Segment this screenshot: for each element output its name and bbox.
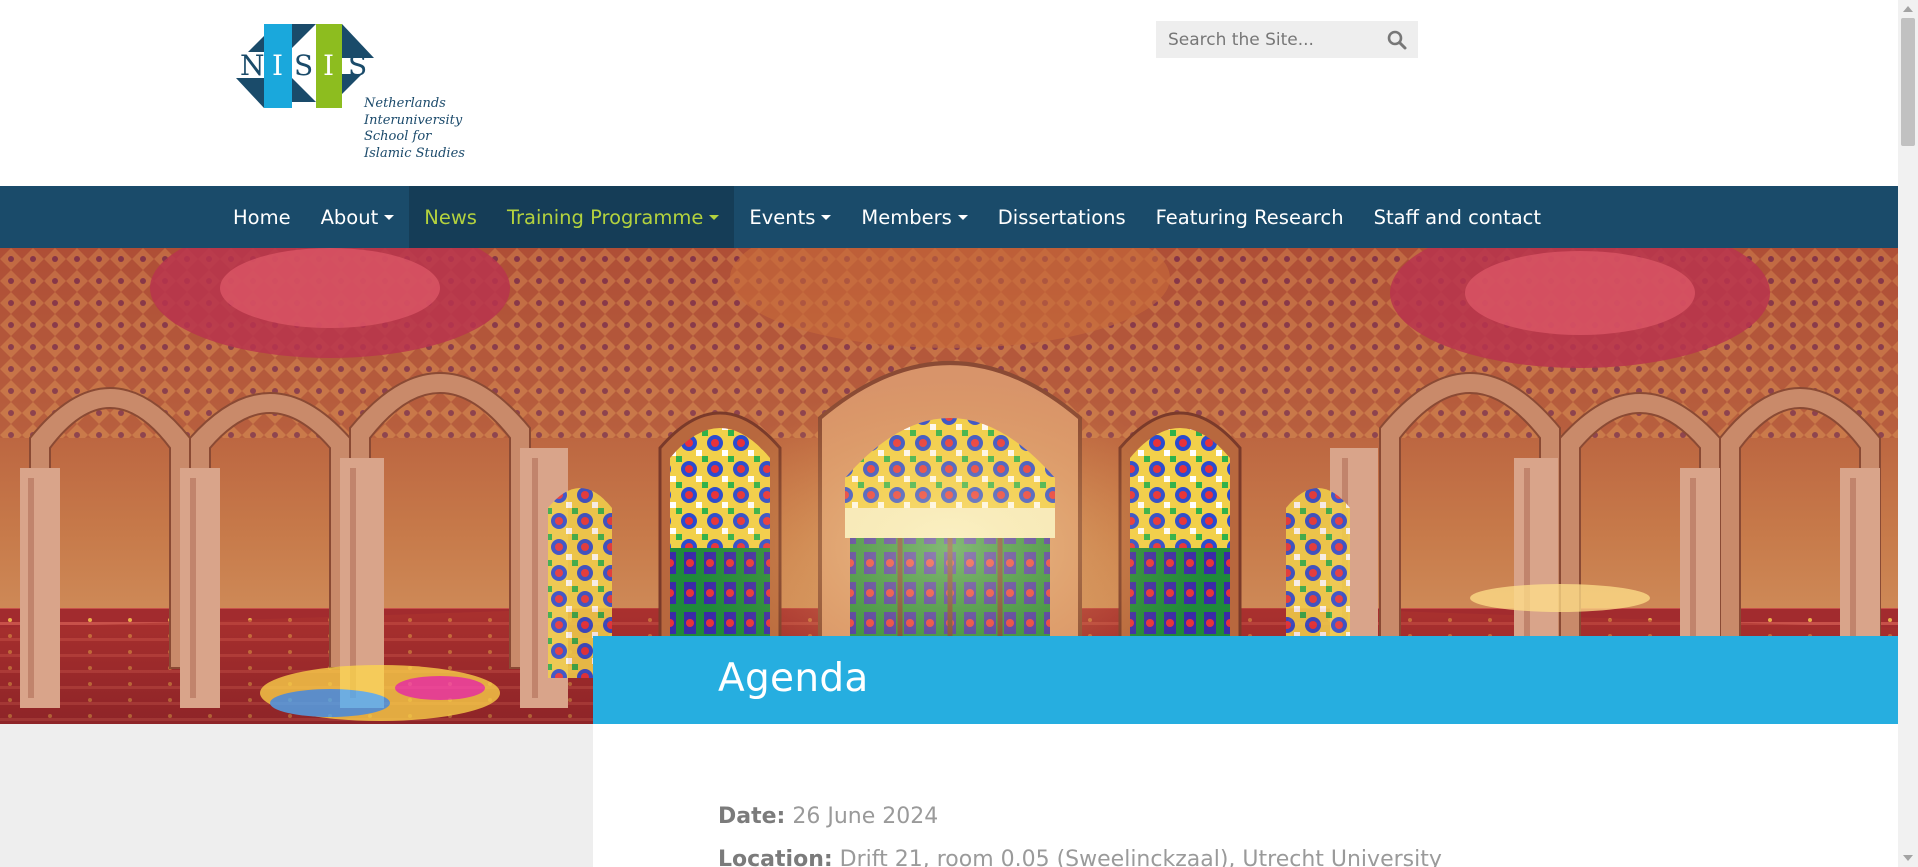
nav-item-label: Featuring Research — [1155, 205, 1344, 229]
site-header: N I S I S Netherlands Interuniversity Sc… — [0, 0, 1898, 186]
nav-item-label: Dissertations — [997, 205, 1126, 229]
logo-line: School for — [364, 129, 432, 144]
svg-text:S: S — [348, 49, 367, 82]
event-location: Location: Drift 21, room 0.05 (Sweelinck… — [718, 847, 1442, 867]
sidebar — [0, 724, 593, 867]
nisis-logo-mark-icon: N I S I S — [236, 24, 374, 108]
nav-item-events[interactable]: Events — [734, 186, 846, 248]
svg-text:I: I — [323, 49, 334, 82]
logo-text: Netherlands Interuniversity School for I… — [364, 96, 465, 162]
site-logo[interactable]: N I S I S Netherlands Interuniversity Sc… — [236, 22, 466, 167]
caret-down-icon — [957, 214, 968, 220]
logo-line: Netherlands — [364, 96, 446, 111]
svg-text:S: S — [294, 49, 313, 82]
nav-item-about[interactable]: About — [306, 186, 410, 248]
nav-item-news[interactable]: News — [409, 186, 492, 248]
logo-line: Interuniversity — [364, 112, 463, 128]
nav-item-training-programme[interactable]: Training Programme — [491, 186, 735, 248]
nav-item-label: Staff and contact — [1373, 205, 1542, 229]
nav-item-label: About — [320, 205, 379, 229]
caret-down-icon — [709, 214, 720, 220]
page-title-bar: Agenda — [593, 636, 1898, 724]
nav-item-staff-and-contact[interactable]: Staff and contact — [1359, 186, 1556, 248]
page-scrollbar[interactable] — [1898, 0, 1918, 867]
nav-item-label: Home — [233, 205, 291, 229]
caret-down-icon — [384, 214, 395, 220]
date-value: 26 June 2024 — [792, 804, 939, 829]
page-title: Agenda — [718, 656, 869, 701]
page: N I S I S Netherlands Interuniversity Sc… — [0, 0, 1918, 867]
search-box — [1156, 21, 1418, 58]
logo-line: Islamic Studies — [364, 145, 465, 161]
nav-item-label: Training Programme — [506, 205, 704, 229]
svg-text:I: I — [272, 49, 283, 82]
nav-item-label: News — [424, 205, 477, 229]
location-value: Drift 21, room 0.05 (Sweelinckzaal), Utr… — [839, 847, 1442, 867]
main-content: Date: 26 June 2024 Location: Drift 21, r… — [593, 724, 1898, 867]
logo-letter-n: N — [240, 49, 265, 82]
scrollbar-thumb[interactable] — [1901, 18, 1915, 146]
caret-down-icon — [821, 214, 832, 220]
event-date: Date: 26 June 2024 — [718, 804, 938, 829]
search-icon[interactable] — [1386, 29, 1408, 51]
nav-item-dissertations[interactable]: Dissertations — [983, 186, 1141, 248]
location-label: Location: — [718, 847, 833, 867]
search-input[interactable] — [1156, 21, 1376, 58]
main-nav: Home About News Training Programme Event… — [218, 186, 1556, 248]
nav-item-featuring-research[interactable]: Featuring Research — [1141, 186, 1359, 248]
date-label: Date: — [718, 804, 786, 829]
nav-item-home[interactable]: Home — [218, 186, 306, 248]
main-navbar: Home About News Training Programme Event… — [0, 186, 1898, 248]
nav-item-label: Events — [749, 205, 816, 229]
nav-item-members[interactable]: Members — [846, 186, 982, 248]
nav-item-label: Members — [861, 205, 952, 229]
scroll-up-arrow-icon[interactable] — [1903, 6, 1913, 12]
scroll-down-arrow-icon[interactable] — [1903, 855, 1913, 861]
